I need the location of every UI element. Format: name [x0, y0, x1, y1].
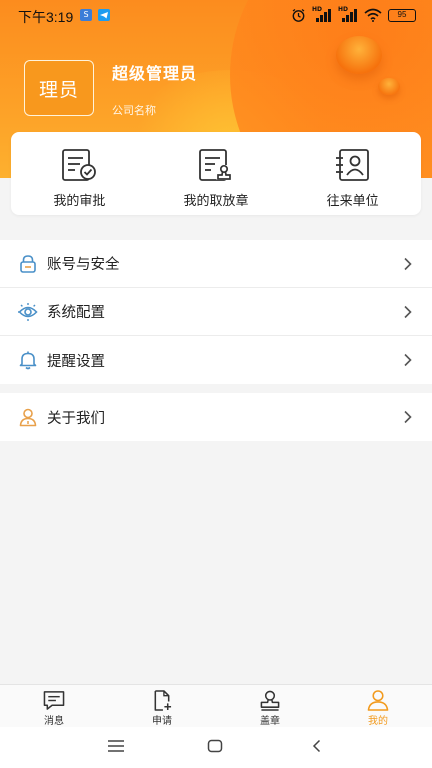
quick-action-label: 往来单位 — [326, 194, 379, 209]
quick-actions-card: 我的审批 我的取放章 往来单位 — [11, 132, 421, 215]
chevron-right-icon — [404, 305, 412, 319]
lock-icon — [20, 254, 36, 273]
tab-label: 消息 — [44, 716, 64, 727]
quick-action-seal[interactable]: 我的取放章 — [148, 132, 285, 215]
header-small-ball-decoration — [378, 78, 400, 95]
settings-row-system-config[interactable]: 系统配置 — [0, 288, 432, 336]
bottom-tab-bar: 消息 申请 盖章 我的 — [0, 684, 432, 727]
settings-row-account-security[interactable]: 账号与安全 — [0, 240, 432, 288]
system-navigation-bar — [0, 727, 432, 768]
status-time: 下午3:19 — [18, 9, 74, 25]
telegram-icon — [98, 9, 110, 21]
about-list: 关于我们 — [0, 393, 432, 441]
user-name: 超级管理员 — [112, 64, 198, 83]
stamp-icon — [260, 690, 280, 711]
signal-2-icon: HD — [338, 6, 358, 22]
tab-label: 申请 — [152, 716, 172, 727]
tab-mine[interactable]: 我的 — [324, 685, 432, 727]
bell-icon — [19, 351, 37, 370]
home-icon[interactable] — [207, 739, 223, 753]
approval-doc-icon — [62, 149, 97, 181]
settings-row-label: 关于我们 — [47, 410, 105, 427]
alarm-icon — [292, 8, 305, 22]
settings-row-about-us[interactable]: 关于我们 — [0, 393, 432, 441]
quick-action-label: 我的取放章 — [183, 194, 249, 209]
seal-doc-icon — [199, 149, 232, 181]
new-doc-icon — [154, 690, 172, 711]
settings-row-label: 账号与安全 — [47, 257, 120, 273]
contact-card-icon — [335, 149, 369, 181]
user-icon — [19, 408, 37, 427]
tab-label: 我的 — [368, 716, 388, 727]
avatar[interactable]: 理员 — [24, 60, 94, 116]
quick-action-contacts[interactable]: 往来单位 — [284, 132, 421, 215]
quick-action-approval[interactable]: 我的审批 — [11, 132, 148, 215]
eye-settings-icon — [18, 302, 38, 321]
back-icon[interactable] — [311, 739, 323, 753]
chevron-right-icon — [404, 353, 412, 367]
message-icon — [43, 691, 65, 710]
menu-icon[interactable] — [107, 739, 125, 753]
notification-app-icon: S — [80, 9, 92, 21]
profile-icon — [367, 690, 389, 711]
settings-list: 账号与安全 系统配置 提醒设置 — [0, 240, 432, 384]
header-ball-decoration — [336, 36, 382, 74]
tab-apply[interactable]: 申请 — [108, 685, 216, 727]
signal-1-icon: HD — [312, 6, 332, 22]
company-name: 公司名称 — [112, 104, 156, 117]
chevron-right-icon — [404, 257, 412, 271]
battery-indicator: 95 — [388, 8, 416, 22]
status-bar: 下午3:19 S HD HD 95 — [0, 0, 432, 30]
tab-stamp[interactable]: 盖章 — [216, 685, 324, 727]
wifi-icon — [364, 8, 382, 22]
settings-row-reminders[interactable]: 提醒设置 — [0, 336, 432, 384]
status-icons: HD HD 95 — [291, 6, 416, 23]
quick-action-label: 我的审批 — [53, 194, 106, 209]
settings-row-label: 系统配置 — [47, 305, 105, 321]
chevron-right-icon — [404, 410, 412, 424]
settings-row-label: 提醒设置 — [47, 353, 105, 370]
tab-messages[interactable]: 消息 — [0, 685, 108, 727]
tab-label: 盖章 — [260, 716, 280, 727]
